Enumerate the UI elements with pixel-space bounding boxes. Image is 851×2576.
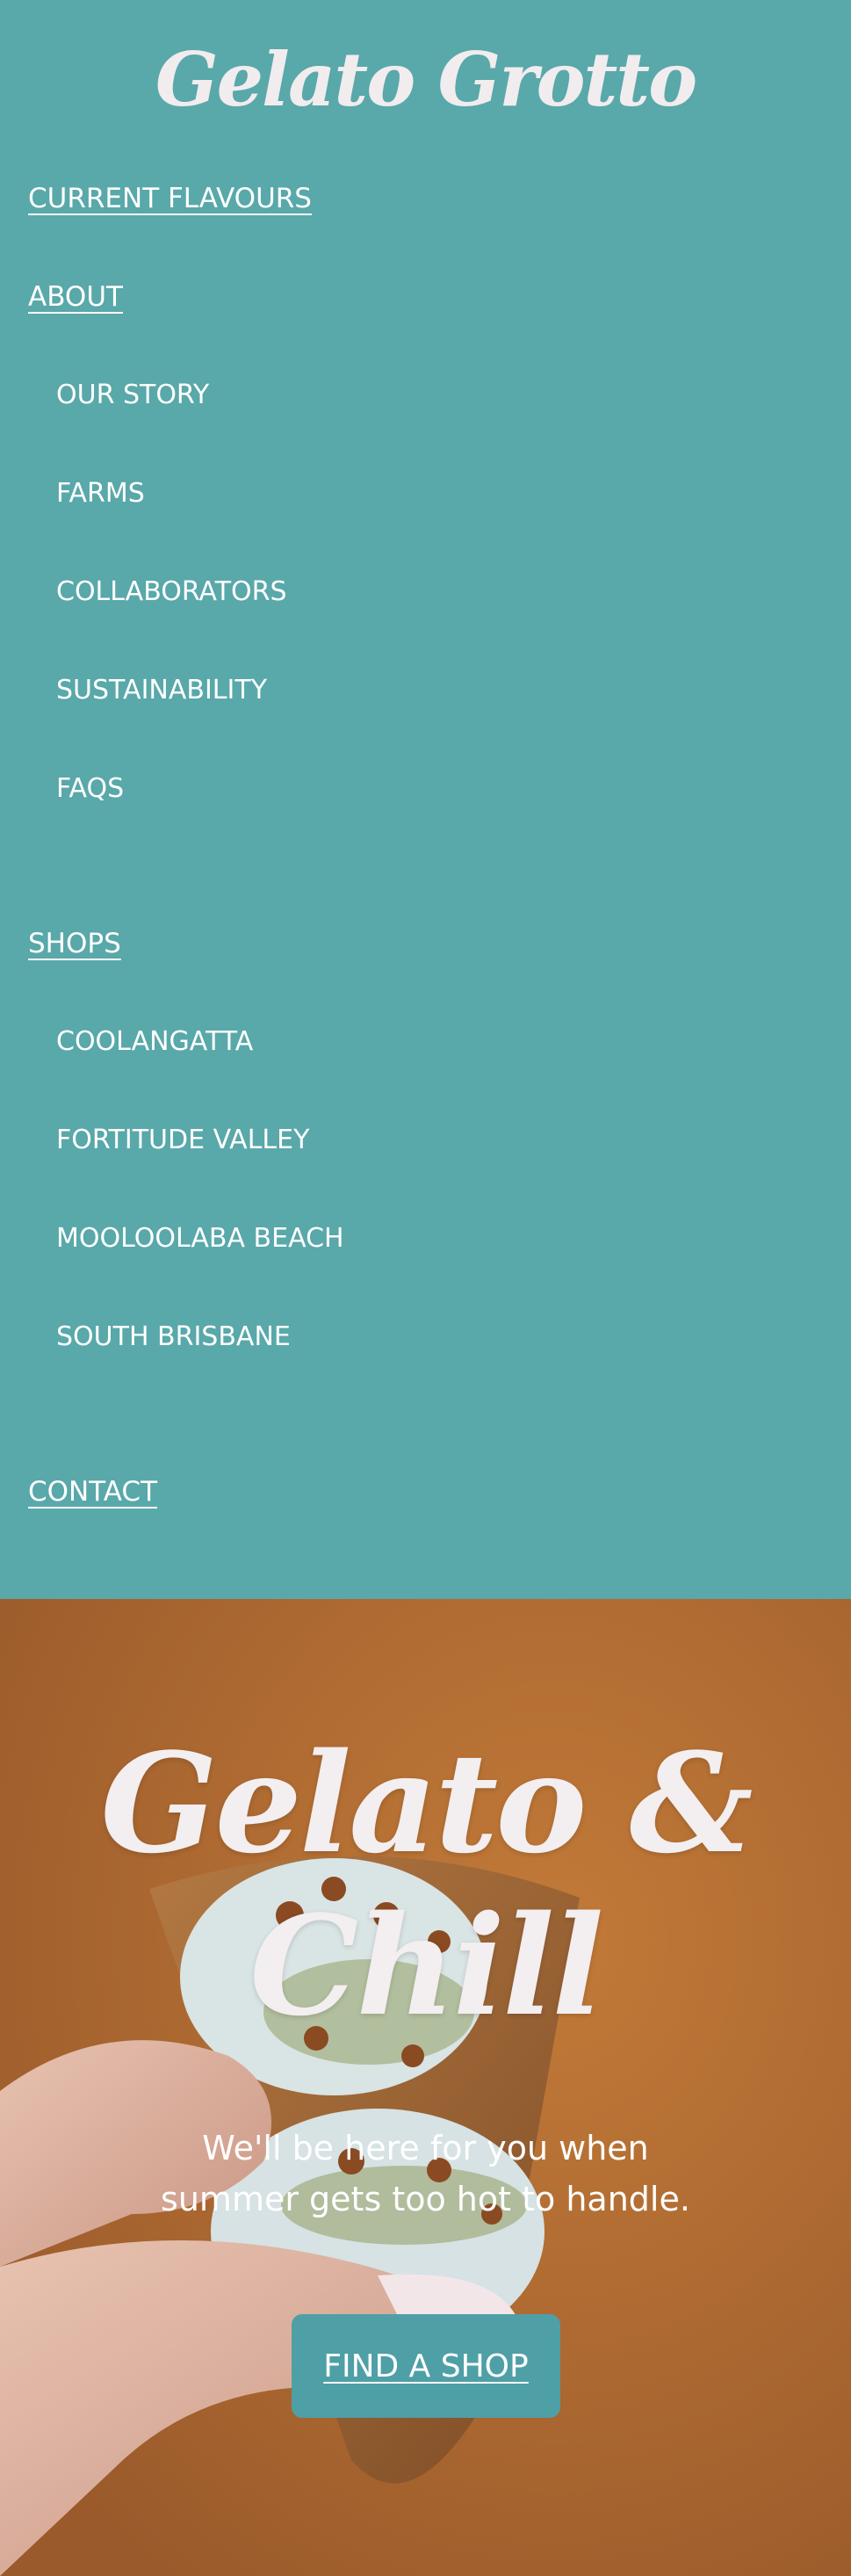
hero-title-line-2: Chill: [249, 1885, 603, 2046]
hero-title-line-1: Gelato &: [100, 1723, 753, 1884]
nav-subitem-our-story[interactable]: OUR STORY: [56, 378, 209, 413]
hero-subtitle: We'll be here for you when summer gets t…: [123, 2123, 728, 2225]
find-a-shop-button[interactable]: FIND A SHOP: [292, 2314, 560, 2418]
site-logo[interactable]: Gelato Grotto: [0, 32, 851, 128]
hero-title: Gelato & Chill: [0, 1722, 851, 2047]
site-navigation: Gelato Grotto CURRENT FLAVOURS ABOUT OUR…: [0, 0, 851, 1599]
hero-subtitle-line-2: summer gets too hot to handle.: [161, 2180, 690, 2218]
hero-banner: Gelato & Chill We'll be here for you whe…: [0, 1599, 851, 2576]
hero-subtitle-line-1: We'll be here for you when: [202, 2129, 649, 2167]
nav-link-shops[interactable]: SHOPS: [28, 926, 121, 961]
nav-subitem-sustainability[interactable]: SUSTAINABILITY: [56, 673, 267, 708]
nav-subitem-collaborators[interactable]: COLLABORATORS: [56, 575, 287, 610]
nav-link-contact[interactable]: CONTACT: [28, 1474, 157, 1509]
nav-link-current-flavours[interactable]: CURRENT FLAVOURS: [28, 181, 312, 216]
nav-subitem-farms[interactable]: FARMS: [56, 476, 145, 511]
nav-subitem-coolangatta[interactable]: COOLANGATTA: [56, 1024, 253, 1060]
nav-subitem-south-brisbane[interactable]: SOUTH BRISBANE: [56, 1320, 291, 1355]
nav-subitem-mooloolaba-beach[interactable]: MOOLOOLABA BEACH: [56, 1221, 344, 1256]
nav-subitem-faqs[interactable]: FAQS: [56, 771, 124, 807]
nav-subitem-fortitude-valley[interactable]: FORTITUDE VALLEY: [56, 1123, 309, 1158]
nav-link-about[interactable]: ABOUT: [28, 279, 123, 315]
